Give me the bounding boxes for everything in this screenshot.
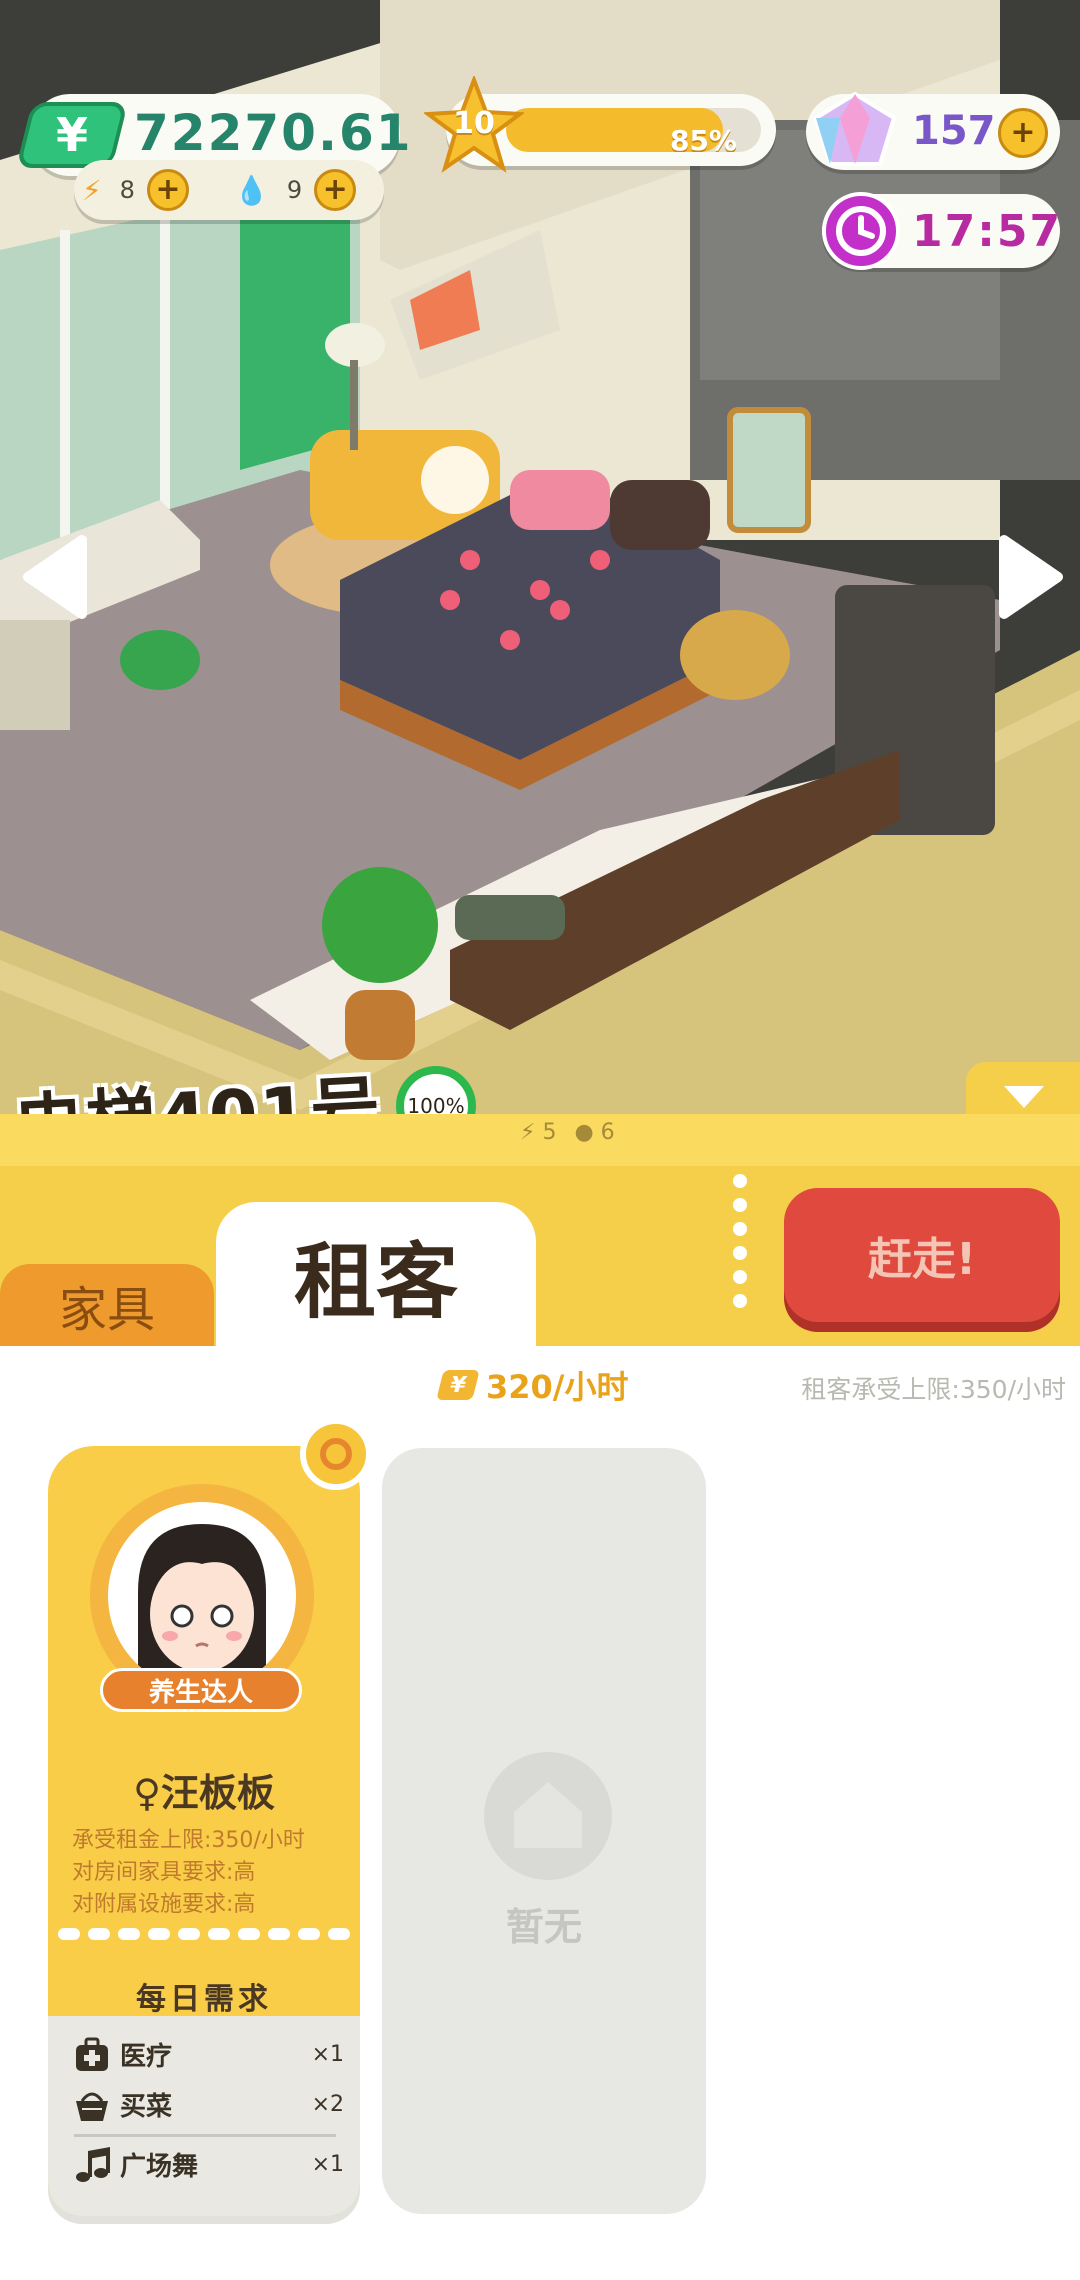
yen-icon: ¥: [15, 102, 129, 168]
gem-value: 157: [912, 108, 996, 154]
gem-counter: 157 +: [806, 91, 1060, 170]
level-progress: 85% 10: [422, 74, 776, 173]
rent-limit: 租客承受上限:350/小时: [801, 1375, 1066, 1404]
tenant-portrait-icon: [138, 1524, 266, 1690]
medical-kit-icon: [76, 2037, 108, 2071]
game-clock: 17:57: [822, 192, 1063, 270]
add-energy-button[interactable]: +: [146, 169, 189, 211]
rent-income: ¥ 320/小时: [436, 1362, 629, 1408]
needs-divider: [74, 2134, 336, 2137]
tenant-requirement: 承受租金上限:350/小时: [72, 1828, 305, 1853]
empty-tenant-slot[interactable]: 暂无: [382, 1448, 706, 2214]
level-progress-bar: 85%: [506, 108, 761, 152]
need-item: 广场舞 ×1: [74, 2146, 344, 2183]
tab-furniture[interactable]: 家具: [0, 1264, 214, 1346]
need-item: 买菜 ×2: [74, 2086, 344, 2123]
daily-needs-title: 每日需求: [136, 1982, 272, 2017]
resource-counter: ⚡ 8 + 💧 9 +: [74, 160, 384, 220]
room-resource-usage: ⚡ 5 ● 6: [520, 1120, 615, 1145]
money-value: 72270.61: [134, 104, 413, 162]
evict-button[interactable]: 赶走!: [784, 1188, 1060, 1322]
clock-icon: [822, 192, 900, 270]
card-divider: [58, 1928, 350, 1942]
room-energy: ⚡ 5: [520, 1120, 557, 1145]
empty-slot-label: 暂无: [505, 1905, 582, 1949]
target-pin-icon[interactable]: [300, 1418, 372, 1490]
level-progress-label: 85%: [669, 124, 737, 152]
next-room-arrow-icon[interactable]: [996, 532, 1066, 622]
diamond-icon: [813, 91, 897, 166]
tab-tenant[interactable]: 租客: [216, 1202, 536, 1346]
water-drop-icon: 💧: [234, 173, 269, 207]
music-note-icon: [76, 2146, 110, 2182]
tenant-name: ♀汪板板: [133, 1771, 275, 1815]
basket-icon: [76, 2092, 108, 2121]
add-gems-button[interactable]: +: [998, 108, 1048, 158]
add-water-button[interactable]: +: [314, 169, 357, 211]
panel-divider: [730, 1174, 750, 1344]
tenant-requirement: 对附属设施要求:高: [72, 1892, 256, 1917]
level-number: 10: [453, 106, 495, 141]
empty-house-icon: [484, 1752, 612, 1880]
tenant-requirement: 对房间家具要求:高: [72, 1860, 256, 1885]
tenant-title-badge: 养生达人: [100, 1668, 302, 1712]
yen-small-icon: ¥: [436, 1370, 480, 1400]
room-panel: ⚡ 5 ● 6 家具 租客 赶走!: [0, 1062, 1080, 1346]
previous-room-arrow-icon[interactable]: [20, 532, 90, 622]
rent-income-value: 320/小时: [486, 1368, 629, 1406]
energy-icon: ⚡: [82, 173, 102, 207]
room-water: ● 6: [574, 1120, 615, 1145]
level-star-icon: 10: [422, 74, 526, 176]
need-item: 医疗 ×1: [74, 2036, 344, 2073]
clock-time: 17:57: [912, 206, 1063, 257]
energy-value: 8: [119, 176, 135, 204]
water-value: 9: [286, 176, 303, 204]
tenant-card[interactable]: 养生达人 ♀汪板板 承受租金上限:350/小时 对房间家具要求:高 对附属设施要…: [48, 1446, 360, 2216]
